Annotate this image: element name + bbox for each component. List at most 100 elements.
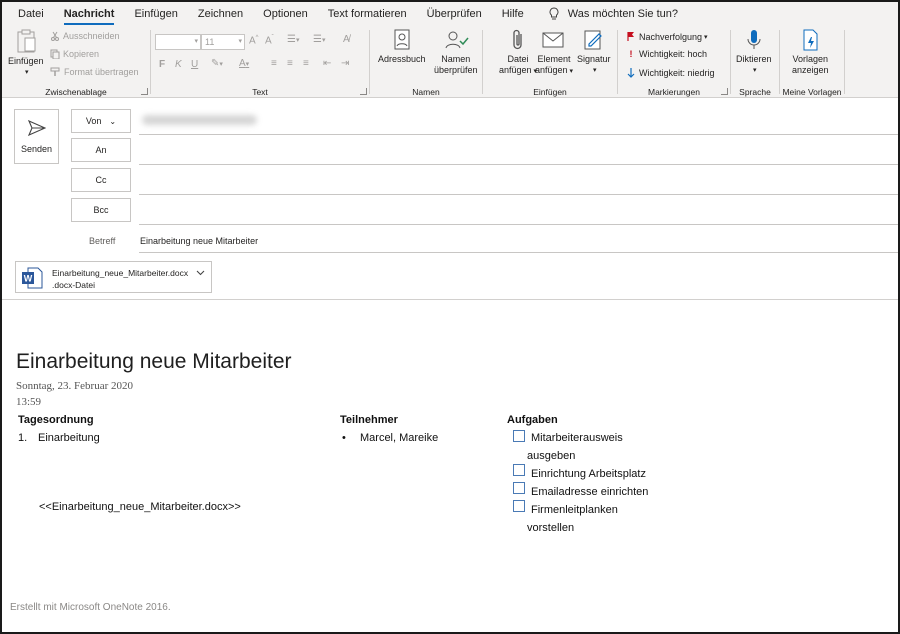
italic-button[interactable]: K xyxy=(175,59,182,70)
format-painter-button[interactable]: Format übertragen xyxy=(50,67,139,77)
page-title: Einarbeitung neue Mitarbeiter xyxy=(16,350,292,373)
group-tags: Nachverfolgung ▾ ! Wichtigkeit: hoch Wich… xyxy=(618,26,730,98)
onenote-footer: Erstellt mit Microsoft OneNote 2016. xyxy=(10,602,171,613)
attachment-card[interactable]: W Einarbeitung_neue_Mitarbeiter.docx .do… xyxy=(15,261,212,293)
underline-button[interactable]: U xyxy=(191,59,198,70)
bullet-icon: • xyxy=(342,432,346,444)
tab-text-formatieren[interactable]: Text formatieren xyxy=(318,2,417,26)
menu-bar: Datei Nachricht Einfügen Zeichnen Option… xyxy=(2,2,898,26)
increase-indent-icon[interactable]: ⇥ xyxy=(341,58,349,69)
group-names: Adressbuch Namen überprüfen Namen xyxy=(370,26,482,98)
group-label-names: Namen xyxy=(412,87,440,97)
task-item: Firmenleitplanken xyxy=(531,504,618,516)
tab-einfuegen[interactable]: Einfügen xyxy=(124,2,187,26)
from-button[interactable]: Von ⌄ xyxy=(71,109,131,133)
field-divider xyxy=(139,252,898,253)
exclamation-icon: ! xyxy=(629,49,633,59)
chevron-down-icon: ▾ xyxy=(753,67,757,74)
align-left-icon[interactable]: ≡ xyxy=(271,58,277,69)
check-names-button[interactable]: Namen überprüfen xyxy=(434,28,478,76)
group-label-clipboard: Zwischenablage xyxy=(45,87,107,97)
chevron-down-icon: ▾ xyxy=(569,68,574,75)
tab-ueberpruefen[interactable]: Überprüfen xyxy=(417,2,492,26)
lightbulb-icon xyxy=(549,7,559,20)
copy-button[interactable]: Kopieren xyxy=(50,49,99,59)
group-label-voice: Sprache xyxy=(739,87,771,97)
participants-header: Teilnehmer xyxy=(340,414,398,426)
address-book-button[interactable]: Adressbuch xyxy=(378,28,426,65)
to-input-line[interactable] xyxy=(139,164,898,165)
paintbrush-icon xyxy=(50,67,60,76)
bcc-button[interactable]: Bcc xyxy=(71,198,131,222)
font-size-select[interactable]: 11 ▾ xyxy=(201,34,245,50)
align-right-icon[interactable]: ≡ xyxy=(303,58,309,69)
task-checkbox[interactable] xyxy=(513,482,525,494)
task-item-continued: vorstellen xyxy=(527,522,575,534)
numbering-icon[interactable]: ☰▾ xyxy=(313,34,325,45)
attachment-reference[interactable]: <<Einarbeitung_neue_Mitarbeiter.docx>> xyxy=(39,501,241,513)
task-checkbox[interactable] xyxy=(513,430,525,442)
grow-font-icon[interactable]: A^ xyxy=(249,35,259,46)
envelope-icon xyxy=(542,32,564,48)
subject-label: Betreff xyxy=(89,236,116,246)
dialog-launcher-icon[interactable] xyxy=(360,88,367,95)
task-checkbox[interactable] xyxy=(513,464,525,476)
font-color-icon[interactable]: A▾ xyxy=(239,58,249,69)
attach-file-button[interactable]: Datei anfügen ▾ xyxy=(499,28,537,77)
tasks-header: Aufgaben xyxy=(507,414,558,426)
page-time: 13:59 xyxy=(16,396,42,408)
chevron-down-icon: ▾ xyxy=(238,38,242,45)
follow-up-button[interactable]: Nachverfolgung ▾ xyxy=(626,31,708,42)
signature-button[interactable]: Signatur ▾ xyxy=(577,28,611,76)
task-checkbox[interactable] xyxy=(513,500,525,512)
group-voice: Diktieren ▾ Sprache xyxy=(731,26,779,98)
chevron-down-icon: ▾ xyxy=(593,67,597,74)
importance-high-button[interactable]: ! Wichtigkeit: hoch xyxy=(626,49,708,59)
group-label-tags: Markierungen xyxy=(648,87,700,97)
tab-zeichnen[interactable]: Zeichnen xyxy=(188,2,253,26)
tab-hilfe[interactable]: Hilfe xyxy=(492,2,534,26)
dialog-launcher-icon[interactable] xyxy=(721,88,728,95)
group-divider xyxy=(844,30,845,94)
attachment-name: Einarbeitung_neue_Mitarbeiter.docx xyxy=(52,268,189,278)
tab-nachricht[interactable]: Nachricht xyxy=(54,2,125,26)
tell-me-search[interactable]: Was möchten Sie tun? xyxy=(534,7,678,21)
importance-low-button[interactable]: Wichtigkeit: niedrig xyxy=(626,67,715,78)
font-family-select[interactable]: ▾ xyxy=(155,34,201,50)
decrease-indent-icon[interactable]: ⇤ xyxy=(323,58,331,69)
bullets-icon[interactable]: ☰▾ xyxy=(287,34,299,45)
shrink-font-icon[interactable]: Aˇ xyxy=(265,35,274,46)
word-document-icon: W xyxy=(22,267,43,289)
cut-button[interactable]: Ausschneiden xyxy=(50,31,120,41)
cc-input-line[interactable] xyxy=(139,194,898,195)
group-label-templates: Meine Vorlagen xyxy=(782,87,842,97)
chevron-down-icon[interactable] xyxy=(196,270,205,276)
dialog-launcher-icon[interactable] xyxy=(141,88,148,95)
cc-button[interactable]: Cc xyxy=(71,168,131,192)
group-clipboard: Einfügen ▾ Ausschneiden Kopieren Format … xyxy=(2,26,150,98)
signature-icon xyxy=(584,30,602,50)
scissors-icon xyxy=(51,31,59,41)
clipboard-icon xyxy=(17,29,36,53)
paperclip-icon xyxy=(513,29,522,50)
view-templates-button[interactable]: Vorlagen anzeigen xyxy=(792,28,829,76)
agenda-number: 1. xyxy=(18,432,28,444)
paste-button[interactable]: Einfügen ▾ xyxy=(8,28,44,78)
from-address-redacted xyxy=(142,115,257,125)
clear-formatting-icon[interactable]: A̸ xyxy=(343,34,350,45)
tell-me-label: Was möchten Sie tun? xyxy=(567,8,678,20)
tab-optionen[interactable]: Optionen xyxy=(253,2,318,26)
microphone-icon xyxy=(747,30,761,49)
tab-datei[interactable]: Datei xyxy=(8,2,54,26)
attach-item-button[interactable]: Element anfügen ▾ xyxy=(535,28,573,77)
highlight-icon[interactable]: ✎▾ xyxy=(211,58,223,69)
align-center-icon[interactable]: ≡ xyxy=(287,58,293,69)
dictate-button[interactable]: Diktieren ▾ xyxy=(736,28,772,76)
chevron-down-icon: ⌄ xyxy=(109,116,117,126)
to-button[interactable]: An xyxy=(71,138,131,162)
bcc-input-line[interactable] xyxy=(139,224,898,225)
subject-input[interactable]: Einarbeitung neue Mitarbeiter xyxy=(140,236,258,246)
attachment-type: .docx-Datei xyxy=(52,280,95,290)
send-button[interactable]: Senden xyxy=(14,109,59,164)
bold-button[interactable]: F xyxy=(159,59,165,70)
